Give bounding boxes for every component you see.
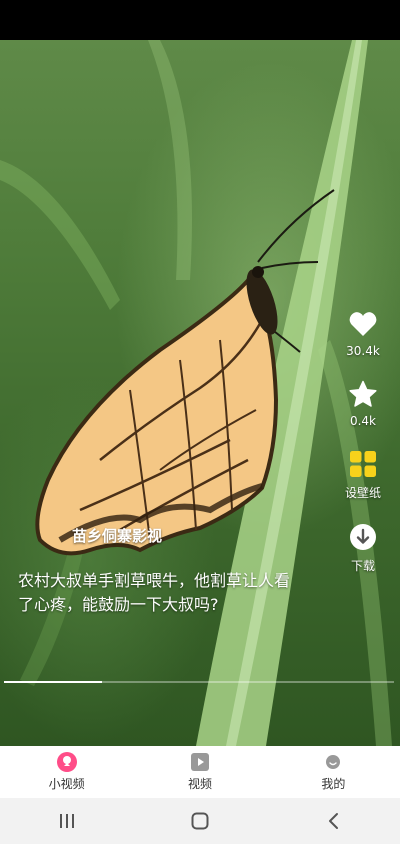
- tab-profile[interactable]: 我的: [267, 746, 400, 798]
- video-watermark: 苗乡侗寨影视: [72, 527, 163, 545]
- short-video-icon: [56, 752, 77, 772]
- tab-short-video[interactable]: 小视频: [0, 746, 133, 798]
- home-button[interactable]: [170, 798, 230, 844]
- bottom-tab-bar: 小视频 视频 我的: [0, 746, 400, 798]
- download-button[interactable]: 下载: [338, 523, 388, 574]
- set-wallpaper-button[interactable]: 设壁纸: [338, 450, 388, 501]
- video-caption: 农村大叔单手割草喂牛，他割草让人看了心疼，能鼓励一下大叔吗?: [18, 571, 291, 614]
- wallpaper-label: 设壁纸: [344, 486, 381, 500]
- video-progress-bar[interactable]: [4, 681, 394, 683]
- profile-icon: [323, 752, 343, 772]
- favorite-button[interactable]: 0.4k: [338, 380, 388, 428]
- tab-video-label: 视频: [187, 777, 212, 791]
- download-label: 下载: [350, 559, 375, 573]
- tab-short-video-label: 小视频: [48, 777, 85, 791]
- back-icon: [329, 813, 339, 829]
- heart-icon: [349, 310, 377, 338]
- like-count: 30.4k: [346, 344, 380, 358]
- download-icon: [349, 523, 377, 551]
- status-bar: [0, 0, 400, 40]
- like-button[interactable]: 30.4k: [338, 310, 388, 358]
- back-button[interactable]: [303, 798, 363, 844]
- recent-apps-icon: [59, 814, 74, 828]
- system-navigation-bar: [0, 798, 400, 844]
- video-player[interactable]: 苗乡侗寨影视 农村大叔单手割草喂牛，他割草让人看了心疼，能鼓励一下大叔吗? 30…: [0, 40, 400, 746]
- play-icon: [190, 752, 210, 772]
- favorite-count: 0.4k: [349, 414, 377, 428]
- side-action-bar: 30.4k 0.4k 设壁纸 下载: [338, 310, 388, 574]
- tab-video[interactable]: 视频: [133, 746, 266, 798]
- star-icon: [349, 380, 377, 408]
- tab-profile-label: 我的: [321, 777, 346, 791]
- wallpaper-grid-icon: [349, 450, 377, 478]
- home-icon: [191, 812, 209, 830]
- recent-apps-button[interactable]: [37, 798, 97, 844]
- video-progress-fill: [4, 681, 102, 683]
